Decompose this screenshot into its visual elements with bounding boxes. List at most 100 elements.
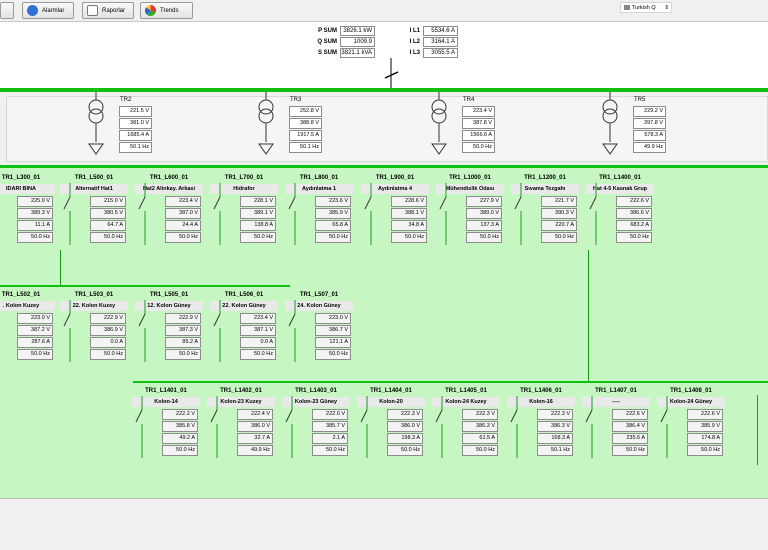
feeder-value: 387.3 V bbox=[165, 325, 201, 336]
switch-symbol-icon[interactable] bbox=[287, 300, 301, 370]
il1-row: I L1 5534.6 A bbox=[398, 25, 458, 36]
feeder-name: . Kolon Kuzey bbox=[0, 301, 55, 311]
footer-area bbox=[0, 498, 768, 550]
reports-button[interactable]: Raporlar bbox=[82, 2, 134, 19]
feeder-value: 223.4 V bbox=[240, 313, 276, 324]
feeder-value: 385.9 V bbox=[687, 421, 723, 432]
transformer-symbol-icon[interactable] bbox=[252, 92, 282, 162]
feeder-value: 683.2 A bbox=[616, 220, 652, 231]
feeder-value: 50.0 Hz bbox=[240, 232, 276, 243]
feeder-value: 386.3 V bbox=[537, 421, 573, 432]
feeder-value: 50.0 Hz bbox=[165, 349, 201, 360]
feeder-id: TR1_L1405_01 bbox=[445, 388, 487, 394]
q-sum-row: Q SUM 1009.9 bbox=[315, 36, 375, 47]
feeder-value: 50.0 Hz bbox=[462, 445, 498, 456]
switch-symbol-icon[interactable] bbox=[513, 183, 527, 253]
feeder-value: 222.3 V bbox=[387, 409, 423, 420]
feeder-value: 390.3 V bbox=[541, 208, 577, 219]
transformer-symbol-icon[interactable] bbox=[82, 92, 112, 162]
feeder-value: 386.7 V bbox=[315, 325, 351, 336]
feeder-id: TR1_L700_01 bbox=[224, 175, 264, 181]
switch-symbol-icon[interactable] bbox=[0, 183, 3, 253]
feeder-value: 222.4 V bbox=[237, 409, 273, 420]
switch-symbol-icon[interactable] bbox=[509, 396, 523, 466]
feeder-value: 389.1 V bbox=[240, 208, 276, 219]
feeder-value: 50.1 Hz bbox=[537, 445, 573, 456]
feeder-value: 198.3 A bbox=[387, 433, 423, 444]
s-sum-label: S SUM bbox=[317, 49, 337, 56]
transformer-value: 50.0 Hz bbox=[462, 142, 495, 153]
feeder-value: 50.0 Hz bbox=[17, 349, 53, 360]
feeder-value: 64.7 A bbox=[90, 220, 126, 231]
switch-symbol-icon[interactable] bbox=[438, 183, 452, 253]
feeder-id: TR1_L1403_01 bbox=[295, 388, 337, 394]
switch-symbol-icon[interactable] bbox=[137, 183, 151, 253]
feeder-id: TR1_L1406_01 bbox=[520, 388, 562, 394]
feeder-value: 50.0 Hz bbox=[391, 232, 427, 243]
q-sum-value: 1009.9 bbox=[340, 36, 375, 47]
feeder-value: 387.2 V bbox=[17, 325, 53, 336]
alarms-label: Alarmlar bbox=[42, 7, 65, 14]
switch-symbol-icon[interactable] bbox=[0, 300, 3, 370]
switch-symbol-icon[interactable] bbox=[212, 183, 226, 253]
feeder-value: 380.5 V bbox=[90, 208, 126, 219]
s-sum-row: S SUM 3821.1 kVA bbox=[315, 47, 375, 58]
transformer-value: 381.0 V bbox=[119, 118, 152, 129]
feeder-value: 222.9 V bbox=[90, 313, 126, 324]
switch-symbol-icon[interactable] bbox=[434, 396, 448, 466]
feeder-value: 50.0 Hz bbox=[387, 445, 423, 456]
row3-busbar bbox=[133, 381, 768, 383]
feeder-id: TR1_L507_01 bbox=[299, 292, 339, 298]
switch-symbol-icon[interactable] bbox=[62, 300, 76, 370]
toolbar-button-left[interactable] bbox=[0, 2, 14, 19]
feeder-value: 50.0 Hz bbox=[165, 232, 201, 243]
feeder-value: 222.3 V bbox=[537, 409, 573, 420]
switch-symbol-icon[interactable] bbox=[137, 300, 151, 370]
alarms-button[interactable]: Alarmlar bbox=[22, 2, 74, 19]
switch-symbol-icon[interactable] bbox=[659, 396, 673, 466]
p-sum-value: 3826.1 kW bbox=[340, 25, 375, 36]
language-select[interactable]: Turkish Q ⇕ bbox=[620, 2, 672, 13]
feeder-id: TR1_L1408_01 bbox=[670, 388, 712, 394]
main-breaker-symbol[interactable] bbox=[380, 58, 410, 90]
switch-symbol-icon[interactable] bbox=[62, 183, 76, 253]
report-document-icon bbox=[87, 5, 98, 16]
feeder-value: 168.3 A bbox=[537, 433, 573, 444]
feeder-value: 235.6 A bbox=[612, 433, 648, 444]
feeder-value: 65.8 A bbox=[315, 220, 351, 231]
feeder-value: 85.2 A bbox=[165, 337, 201, 348]
transformer-value: 387.8 V bbox=[462, 118, 495, 129]
toolbar: Alarmlar Raporlar Trends Turkish Q ⇕ bbox=[0, 0, 768, 22]
feeder-value: 220.7 A bbox=[541, 220, 577, 231]
transformer-symbol-icon[interactable] bbox=[596, 92, 626, 162]
trends-button[interactable]: Trends bbox=[140, 2, 193, 19]
feeder-value: 221.7 V bbox=[541, 196, 577, 207]
switch-symbol-icon[interactable] bbox=[363, 183, 377, 253]
feeder-value: 137.3 A bbox=[466, 220, 502, 231]
feeder-id: TR1_L600_01 bbox=[149, 175, 189, 181]
feeder-value: 222.2 V bbox=[162, 409, 198, 420]
reports-label: Raporlar bbox=[102, 7, 126, 14]
switch-symbol-icon[interactable] bbox=[359, 396, 373, 466]
feeder-value: 222.6 V bbox=[687, 409, 723, 420]
feeder-value: 386.4 V bbox=[612, 421, 648, 432]
feeder-id: TR1_L1200_01 bbox=[524, 175, 566, 181]
printer-icon bbox=[624, 5, 630, 10]
main-busbar bbox=[0, 88, 768, 92]
switch-symbol-icon[interactable] bbox=[584, 396, 598, 466]
switch-symbol-icon[interactable] bbox=[284, 396, 298, 466]
switch-symbol-icon[interactable] bbox=[134, 396, 148, 466]
feeder-name: IDARI BINA bbox=[0, 184, 55, 194]
feeder-value: 50.0 Hz bbox=[90, 232, 126, 243]
switch-symbol-icon[interactable] bbox=[287, 183, 301, 253]
switch-symbol-icon[interactable] bbox=[209, 396, 223, 466]
feeder-value: 222.6 V bbox=[616, 196, 652, 207]
transformer-symbol-icon[interactable] bbox=[425, 92, 455, 162]
feeder-value: 222.6 V bbox=[612, 409, 648, 420]
feeder-value: 50.0 Hz bbox=[312, 445, 348, 456]
transformer-name: TR4 bbox=[463, 97, 475, 103]
switch-symbol-icon[interactable] bbox=[588, 183, 602, 253]
transformer-value: 50.1 Hz bbox=[289, 142, 322, 153]
switch-symbol-icon[interactable] bbox=[212, 300, 226, 370]
feeder-value: 223.0 V bbox=[315, 313, 351, 324]
